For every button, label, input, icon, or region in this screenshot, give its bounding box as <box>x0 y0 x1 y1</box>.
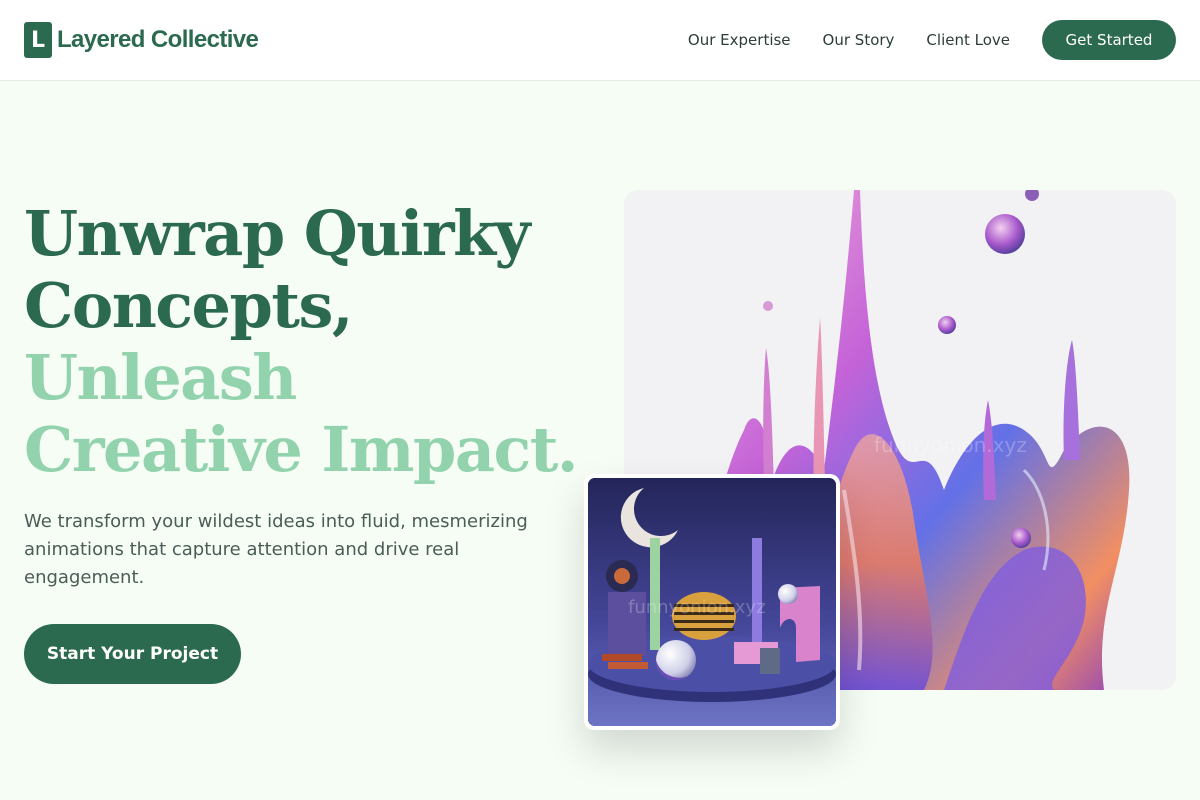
brand-logo[interactable]: L Layered Collective <box>24 22 259 58</box>
3d-scene-image: funnyonion.xyz <box>588 478 836 726</box>
logo-mark: L <box>24 22 52 58</box>
start-project-button[interactable]: Start Your Project <box>24 624 241 684</box>
hero-title: Unwrap Quirky Concepts, Unleash Creative… <box>24 197 578 486</box>
main-nav: Our Expertise Our Story Client Love Get … <box>688 20 1176 60</box>
brand-name: Layered Collective <box>57 26 259 53</box>
watermark-text: funnyonion.xyz <box>874 433 1027 457</box>
hero-title-line: Unwrap Quirky <box>24 197 531 270</box>
hero-title-line-accent: Unleash <box>24 341 297 414</box>
nav-link-expertise[interactable]: Our Expertise <box>688 31 791 49</box>
site-header: L Layered Collective Our Expertise Our S… <box>0 0 1200 81</box>
project-preview-card[interactable]: funnyonion.xyz <box>584 474 840 730</box>
hero-title-line: Concepts, <box>24 269 353 342</box>
watermark-text: funnyonion.xyz <box>628 597 766 618</box>
nav-link-story[interactable]: Our Story <box>823 31 895 49</box>
get-started-button[interactable]: Get Started <box>1042 20 1176 60</box>
hero-title-line-accent: Creative Impact. <box>24 413 578 486</box>
hero-description: We transform your wildest ideas into flu… <box>24 511 528 588</box>
nav-link-client-love[interactable]: Client Love <box>926 31 1010 49</box>
